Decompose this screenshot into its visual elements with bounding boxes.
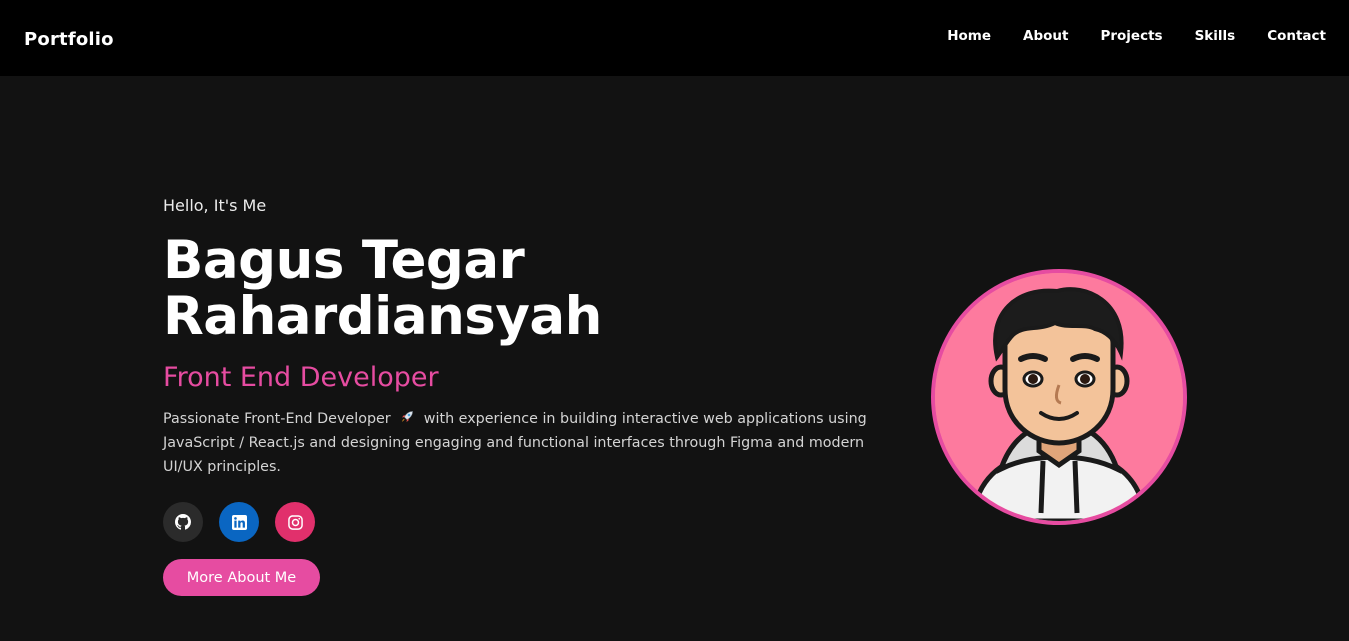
rocket-icon xyxy=(402,411,414,422)
nav-link-skills[interactable]: Skills xyxy=(1195,28,1236,44)
description-part-1: Passionate Front-End Developer xyxy=(163,411,391,427)
hero-description: Passionate Front-End Developer with expe… xyxy=(163,407,893,479)
github-icon xyxy=(175,514,191,530)
instagram-link[interactable] xyxy=(275,502,315,542)
github-link[interactable] xyxy=(163,502,203,542)
more-about-me-button[interactable]: More About Me xyxy=(163,559,320,596)
avatar-illustration xyxy=(935,273,1183,521)
role-title: Front End Developer xyxy=(163,362,439,393)
nav-link-about[interactable]: About xyxy=(1023,28,1068,44)
nav-link-home[interactable]: Home xyxy=(947,28,991,44)
navbar: Portfolio Home About Projects Skills Con… xyxy=(0,0,1349,76)
hero-name: Bagus Tegar Rahardiansyah xyxy=(163,233,723,345)
nav-link-projects[interactable]: Projects xyxy=(1100,28,1162,44)
logo[interactable]: Portfolio xyxy=(24,29,114,50)
nav-link-contact[interactable]: Contact xyxy=(1267,28,1326,44)
linkedin-link[interactable] xyxy=(219,502,259,542)
name-line-2: Rahardiansyah xyxy=(163,286,602,347)
name-line-1: Bagus Tegar xyxy=(163,230,525,291)
instagram-icon xyxy=(287,514,303,530)
hero-section: Hello, It's Me Bagus Tegar Rahardiansyah… xyxy=(163,196,903,596)
nav-links: Home About Projects Skills Contact xyxy=(915,28,1326,44)
avatar xyxy=(931,269,1187,525)
linkedin-icon xyxy=(231,514,247,530)
social-links xyxy=(163,502,903,542)
greeting-text: Hello, It's Me xyxy=(163,196,267,215)
